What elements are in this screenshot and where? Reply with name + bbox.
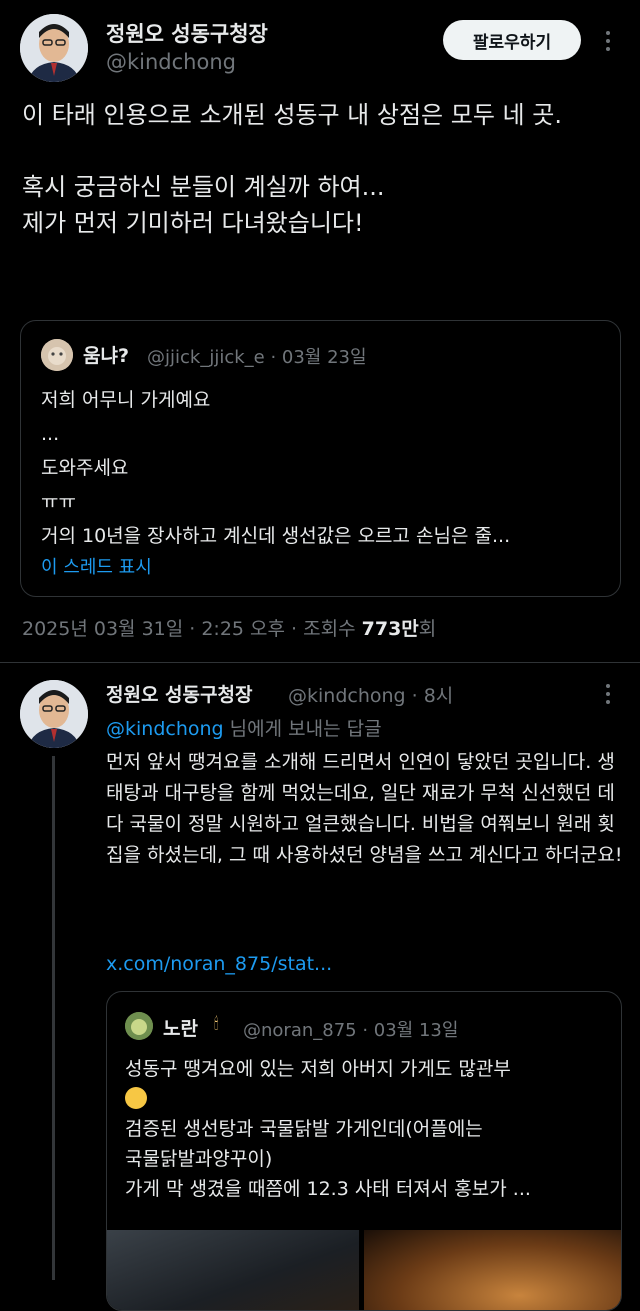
- reply-author-meta: @kindchong · 8시: [288, 685, 454, 707]
- author-avatar[interactable]: [20, 14, 88, 82]
- quoted-text-line1: 성동구 땡겨요에 있는 저희 아버지 가게도 많관부: [125, 1058, 511, 1080]
- quoted-author-name: 노란: [163, 1018, 198, 1040]
- quoted-tweet-2[interactable]: 노란 🕯 @noran_875 · 03월 13일 성동구 땡겨요에 있는 저희…: [106, 991, 622, 1311]
- quoted-tweet-text: 저희 어무니 가게예요 ... 도와주세요 ㅠㅠ 거의 10년을 장사하고 계신…: [41, 389, 511, 547]
- reply-author-photo: [20, 680, 88, 748]
- author-name[interactable]: 정원오 성동구청장: [106, 18, 268, 48]
- view-count: 773만: [361, 618, 419, 640]
- follow-button[interactable]: 팔로우하기: [443, 20, 581, 60]
- author-photo: [20, 14, 88, 82]
- replying-to: @kindchong 님에게 보내는 답글: [106, 714, 382, 741]
- thread-line: [52, 756, 55, 1280]
- replying-to-handle[interactable]: @kindchong: [106, 718, 224, 740]
- tweet-text: 이 타래 인용으로 소개된 성동구 내 상점은 모두 네 곳. 혹시 궁금하신 …: [22, 101, 562, 237]
- quoted-tweet-text: 성동구 땡겨요에 있는 저희 아버지 가게도 많관부 검증된 생선탕과 국물닭발…: [125, 1054, 615, 1204]
- show-thread-link[interactable]: 이 스레드 표시: [41, 553, 152, 579]
- tweet-timestamp[interactable]: 2025년 03월 31일 · 2:25 오후 · 조회수 773만회: [22, 614, 436, 641]
- quoted-author-name: 움냐?: [83, 345, 129, 367]
- crying-face-emoji: [125, 1087, 147, 1109]
- author-handle[interactable]: @kindchong: [106, 50, 236, 74]
- attached-image-2[interactable]: [364, 1230, 621, 1310]
- quoted-author-avatar: [41, 339, 73, 371]
- reply-text: 먼저 앞서 땡겨요를 소개해 드리면서 인연이 닿았던 곳입니다. 생태탕과 대…: [106, 751, 623, 866]
- more-options-icon[interactable]: [605, 31, 611, 53]
- quoted-author-meta: @noran_875 · 03월 13일: [243, 1020, 459, 1041]
- timestamp-text: 2025년 03월 31일 · 2:25 오후 · 조회수: [22, 618, 362, 640]
- reply-author-name[interactable]: 정원오 성동구청장: [106, 680, 252, 707]
- attached-image-1[interactable]: [107, 1230, 359, 1310]
- more-options-icon[interactable]: [605, 684, 611, 706]
- quoted-author-avatar: [125, 1012, 153, 1040]
- candle-icon: 🕯: [214, 1014, 219, 1033]
- reply-author-avatar[interactable]: [20, 680, 88, 748]
- reply-link[interactable]: x.com/noran_875/stat...: [106, 953, 332, 975]
- replying-to-suffix: 님에게 보내는 답글: [223, 718, 382, 740]
- divider: [0, 662, 640, 663]
- quoted-tweet[interactable]: 움냐? @jjick_jjick_e · 03월 23일 저희 어무니 가게예요…: [20, 320, 621, 597]
- quoted-author-meta: @jjick_jjick_e · 03월 23일: [147, 347, 367, 368]
- view-count-suffix: 회: [418, 618, 437, 640]
- quoted-text-rest: 검증된 생선탕과 국물닭발 가게인데(어플에는 국물닭발과양꾸이) 가게 막 생…: [125, 1118, 531, 1200]
